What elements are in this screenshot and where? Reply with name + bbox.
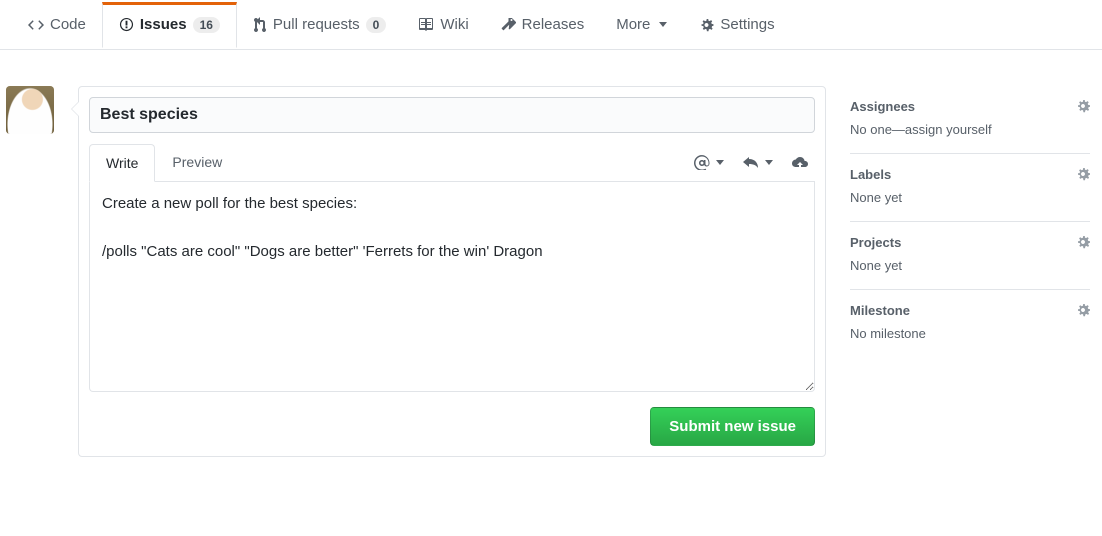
tab-wiki-label: Wiki [440,16,468,33]
comment-toolbar [693,154,815,170]
tab-settings[interactable]: Settings [683,2,790,47]
tab-more[interactable]: More [600,2,683,47]
repo-tabnav: Code Issues 16 Pull requests 0 Wiki Rele… [0,0,1102,50]
preview-tab-label: Preview [172,154,222,170]
labels-label: Labels [850,167,891,182]
tab-issues[interactable]: Issues 16 [102,2,237,48]
mention-icon [693,154,711,170]
tag-icon [501,17,516,33]
gear-icon [1076,166,1090,182]
gear-icon [1076,234,1090,250]
cloud-upload-icon [791,154,809,170]
gear-icon [1076,302,1090,318]
issue-opened-icon [119,17,134,32]
submit-label: Submit new issue [669,418,796,435]
tab-code[interactable]: Code [12,2,102,47]
caret-down-icon [659,22,667,27]
projects-block: Projects None yet [850,222,1090,290]
milestone-value: No milestone [850,326,1090,341]
labels-gear[interactable] [1076,166,1090,182]
assignees-label: Assignees [850,99,915,114]
milestone-gear[interactable] [1076,302,1090,318]
git-pull-request-icon [253,17,267,33]
assignees-value[interactable]: No one—assign yourself [850,122,1090,137]
tab-wiki[interactable]: Wiki [402,2,484,47]
main-content: Write Preview Su [0,50,1102,477]
tab-prs-label: Pull requests [273,16,360,33]
form-actions: Submit new issue [89,407,815,446]
milestone-label: Milestone [850,303,910,318]
labels-value: None yet [850,190,1090,205]
tab-issues-label: Issues [140,16,187,33]
caret-down-icon [765,160,773,165]
tab-code-label: Code [50,16,86,33]
book-icon [418,17,434,33]
gear-icon [699,17,714,33]
caret-down-icon [716,160,724,165]
tab-pull-requests[interactable]: Pull requests 0 [237,2,402,47]
projects-label: Projects [850,235,901,250]
projects-gear[interactable] [1076,234,1090,250]
new-issue-form: Write Preview Su [78,86,826,457]
projects-value: None yet [850,258,1090,273]
labels-block: Labels None yet [850,154,1090,222]
issue-body-textarea[interactable] [89,182,815,392]
assignees-gear[interactable] [1076,98,1090,114]
write-tab[interactable]: Write [89,144,155,182]
milestone-block: Milestone No milestone [850,290,1090,357]
upload-button[interactable] [791,154,809,170]
submit-issue-button[interactable]: Submit new issue [650,407,815,446]
issue-sidebar: Assignees No one—assign yourself Labels … [850,86,1090,457]
write-tab-label: Write [106,155,138,171]
tab-settings-label: Settings [720,16,774,33]
tab-releases[interactable]: Releases [485,2,601,47]
assignees-block: Assignees No one—assign yourself [850,86,1090,154]
comment-tabnav: Write Preview [89,143,815,182]
reply-icon [742,154,760,170]
mention-button[interactable] [693,154,724,170]
preview-tab[interactable]: Preview [155,143,239,181]
code-icon [28,17,44,33]
tab-releases-label: Releases [522,16,585,33]
tab-more-label: More [616,16,650,33]
prs-count-badge: 0 [366,17,387,33]
gear-icon [1076,98,1090,114]
reply-button[interactable] [742,154,773,170]
issues-count-badge: 16 [193,17,220,33]
issue-title-input[interactable] [89,97,815,133]
user-avatar[interactable] [6,86,54,134]
